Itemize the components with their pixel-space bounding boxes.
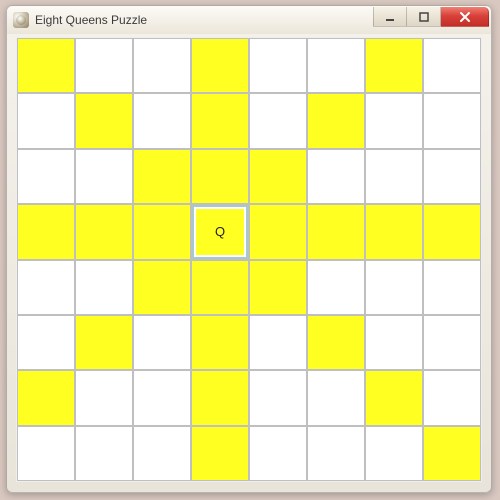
board-cell[interactable] [17,370,75,425]
board-cell[interactable] [191,260,249,315]
board-cell[interactable] [75,260,133,315]
board-cell[interactable] [17,426,75,481]
board-cell[interactable] [191,370,249,425]
board-cell[interactable] [75,426,133,481]
board-cell[interactable] [75,93,133,148]
board-cell[interactable] [75,38,133,93]
board-cell[interactable] [75,315,133,370]
board-cell[interactable] [249,260,307,315]
client-area: Q [16,37,482,482]
board-cell[interactable] [423,38,481,93]
board-cell[interactable] [365,149,423,204]
board-cell[interactable] [307,426,365,481]
board-cell[interactable] [249,38,307,93]
board-cell[interactable] [423,149,481,204]
board-cell[interactable] [191,38,249,93]
board-cell[interactable] [133,38,191,93]
board-cell[interactable] [17,149,75,204]
board-cell[interactable] [249,149,307,204]
board-cell[interactable] [133,93,191,148]
board-cell[interactable] [307,370,365,425]
board-cell[interactable] [133,426,191,481]
java-icon [13,12,29,28]
board-cell[interactable] [307,260,365,315]
board-cell[interactable]: Q [191,204,249,259]
app-window: Eight Queens Puzzle Q [6,5,492,493]
board-cell[interactable] [191,315,249,370]
board-cell[interactable] [365,426,423,481]
board-cell[interactable] [191,93,249,148]
board-cell[interactable] [133,370,191,425]
board-cell[interactable] [75,370,133,425]
board-cell[interactable] [307,93,365,148]
board-cell[interactable] [423,315,481,370]
queen-label: Q [215,224,225,239]
board-cell[interactable] [191,426,249,481]
window-controls [373,7,489,27]
board-cell[interactable] [249,204,307,259]
board-cell[interactable] [365,93,423,148]
close-icon [459,11,471,23]
board-cell[interactable] [17,93,75,148]
board-cell[interactable] [17,204,75,259]
board-cell[interactable] [423,370,481,425]
board-cell[interactable] [307,315,365,370]
window-title: Eight Queens Puzzle [35,13,147,27]
maximize-button[interactable] [407,7,441,27]
board-cell[interactable] [249,426,307,481]
board-cell[interactable] [75,204,133,259]
board-cell[interactable] [365,204,423,259]
board-cell[interactable] [365,315,423,370]
board-cell[interactable] [249,93,307,148]
minimize-button[interactable] [373,7,407,27]
board-cell[interactable] [191,149,249,204]
board-cell[interactable] [307,38,365,93]
maximize-icon [419,12,429,22]
titlebar: Eight Queens Puzzle [7,6,491,34]
board-cell[interactable] [249,315,307,370]
board-cell[interactable] [423,93,481,148]
board-cell[interactable] [307,149,365,204]
board-cell[interactable] [133,315,191,370]
board-cell[interactable] [133,204,191,259]
board-cell[interactable] [423,204,481,259]
board-cell[interactable] [249,370,307,425]
chess-board: Q [17,38,481,481]
board-cell[interactable] [423,426,481,481]
minimize-icon [385,12,395,22]
board-cell[interactable] [17,260,75,315]
board-cell[interactable] [133,149,191,204]
close-button[interactable] [441,7,489,27]
board-cell[interactable] [423,260,481,315]
board-cell[interactable] [365,370,423,425]
board-cell[interactable] [75,149,133,204]
board-cell[interactable] [17,315,75,370]
board-cell[interactable] [365,260,423,315]
board-cell[interactable] [133,260,191,315]
board-cell[interactable] [365,38,423,93]
board-cell[interactable] [17,38,75,93]
board-cell[interactable] [307,204,365,259]
